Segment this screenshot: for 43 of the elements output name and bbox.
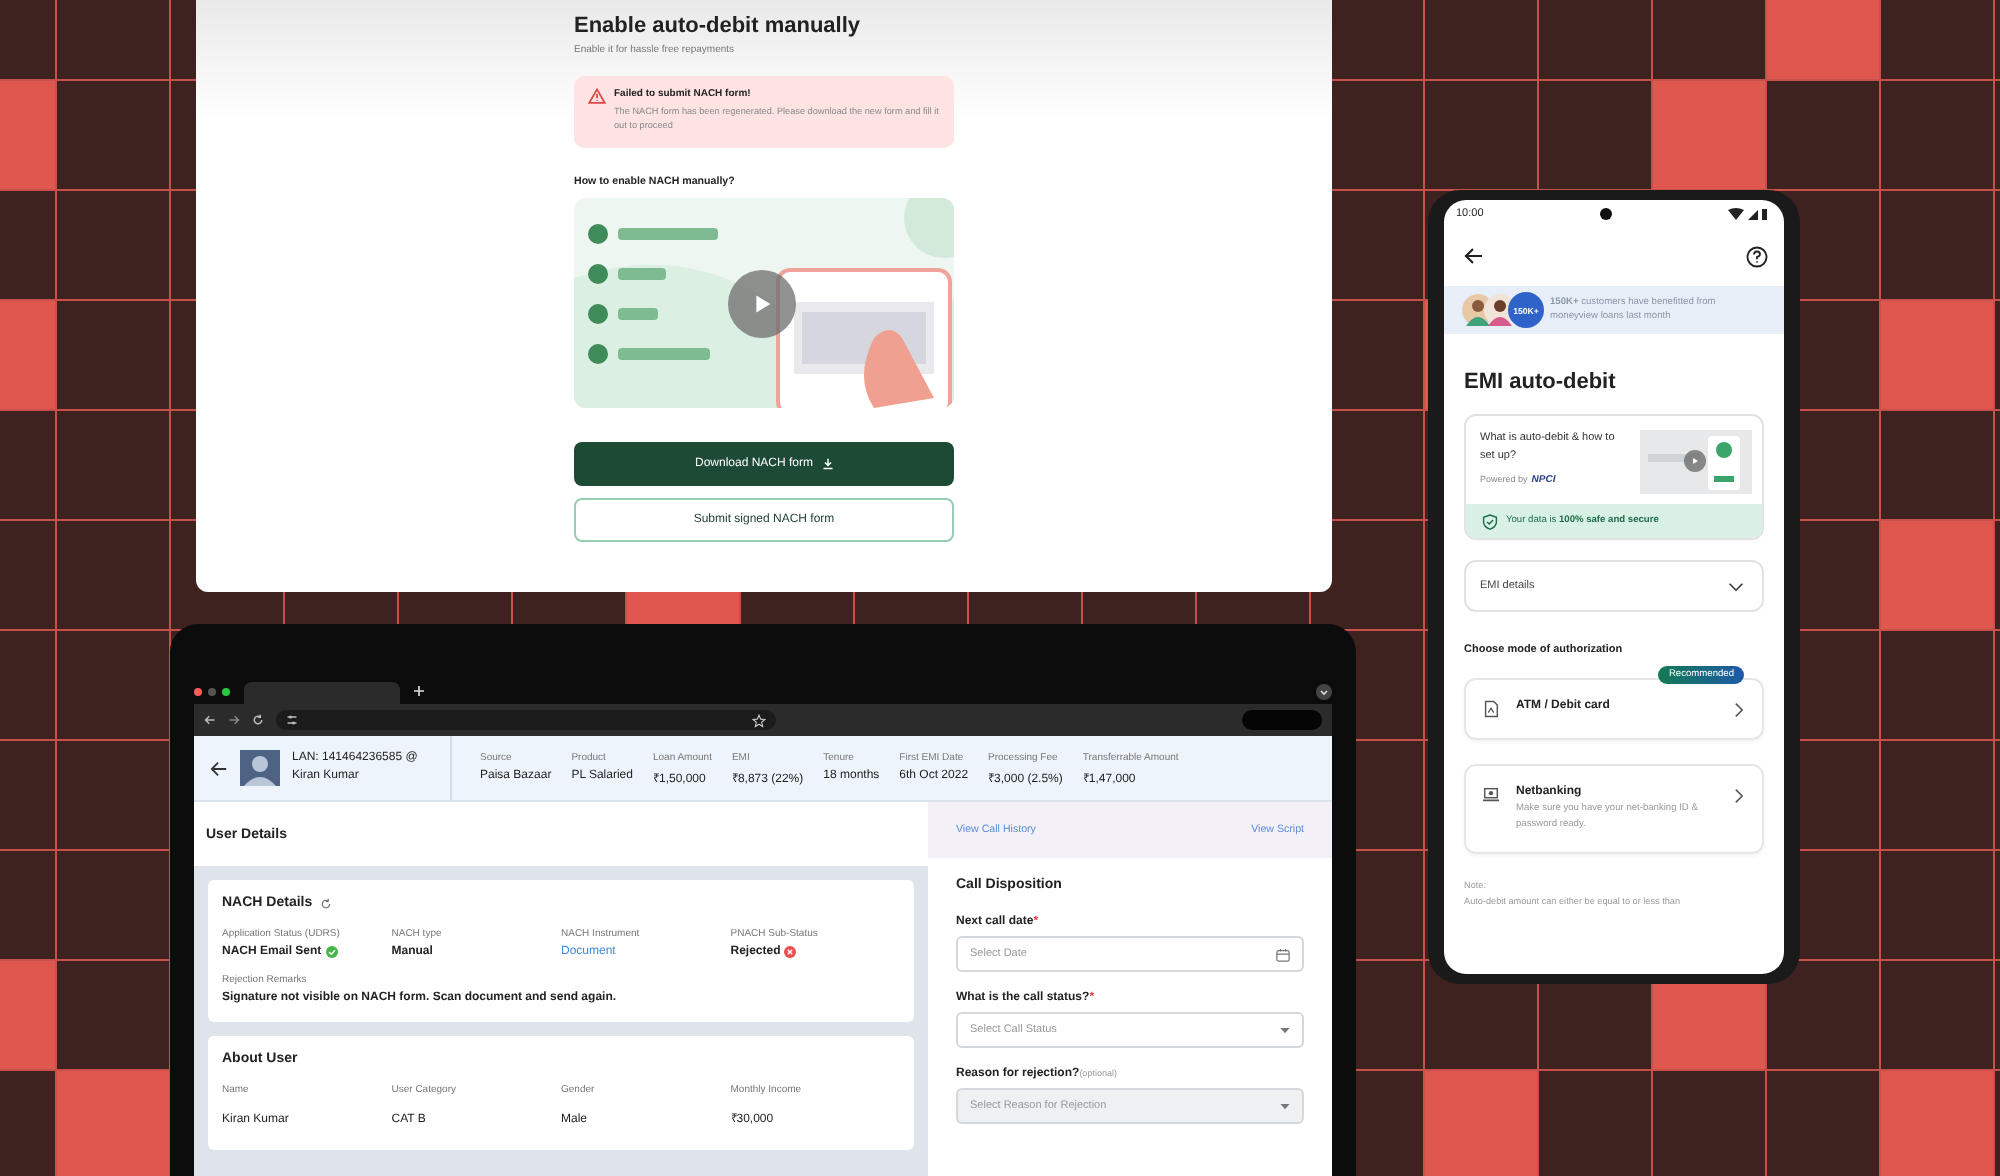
background-tile — [1880, 520, 1994, 630]
play-icon — [1690, 456, 1700, 466]
refresh-icon[interactable] — [320, 897, 333, 909]
background-tile — [1766, 0, 1880, 80]
plus-icon[interactable] — [414, 686, 424, 696]
shield-icon — [1482, 513, 1498, 529]
back-icon[interactable] — [204, 714, 216, 726]
minimize-icon[interactable] — [208, 687, 216, 695]
page-title: Enable auto-debit manually — [574, 14, 863, 38]
background-tile — [1652, 80, 1766, 190]
background-tile — [1424, 1070, 1538, 1176]
chevron-down-icon — [1728, 581, 1744, 591]
caret-icon[interactable] — [1316, 683, 1332, 699]
star-icon[interactable] — [752, 713, 766, 727]
screen-title: EMI auto-debit — [1462, 368, 1618, 394]
back-arrow-icon[interactable] — [210, 759, 228, 777]
status-icons — [1727, 208, 1768, 220]
help-icon[interactable] — [1746, 246, 1768, 268]
chevron-right-icon — [1734, 702, 1744, 718]
check-circle-icon — [325, 946, 338, 958]
download-icon — [821, 457, 834, 470]
avatar-icon — [240, 750, 280, 786]
background-tile — [0, 300, 56, 410]
warning-icon — [588, 88, 606, 104]
document-icon — [1482, 700, 1500, 718]
calendar-icon — [1276, 947, 1290, 961]
background-tile — [56, 1070, 170, 1176]
background-tile — [0, 960, 56, 1070]
reload-icon[interactable] — [252, 714, 264, 726]
caret-icon — [1280, 1027, 1290, 1033]
background-tile — [1880, 1070, 1994, 1176]
close-icon[interactable] — [194, 687, 202, 695]
maximize-icon[interactable] — [222, 687, 230, 695]
laptop-icon — [1482, 786, 1500, 804]
caret-icon — [1280, 1103, 1290, 1109]
background-tile — [0, 80, 56, 190]
chevron-right-icon — [1734, 788, 1744, 804]
back-arrow-icon[interactable] — [1464, 246, 1484, 266]
background-tile — [1880, 300, 1994, 410]
settings-icon[interactable] — [286, 714, 298, 726]
error-circle-icon — [784, 946, 797, 958]
forward-icon[interactable] — [228, 714, 240, 726]
camera-icon — [1599, 208, 1612, 220]
